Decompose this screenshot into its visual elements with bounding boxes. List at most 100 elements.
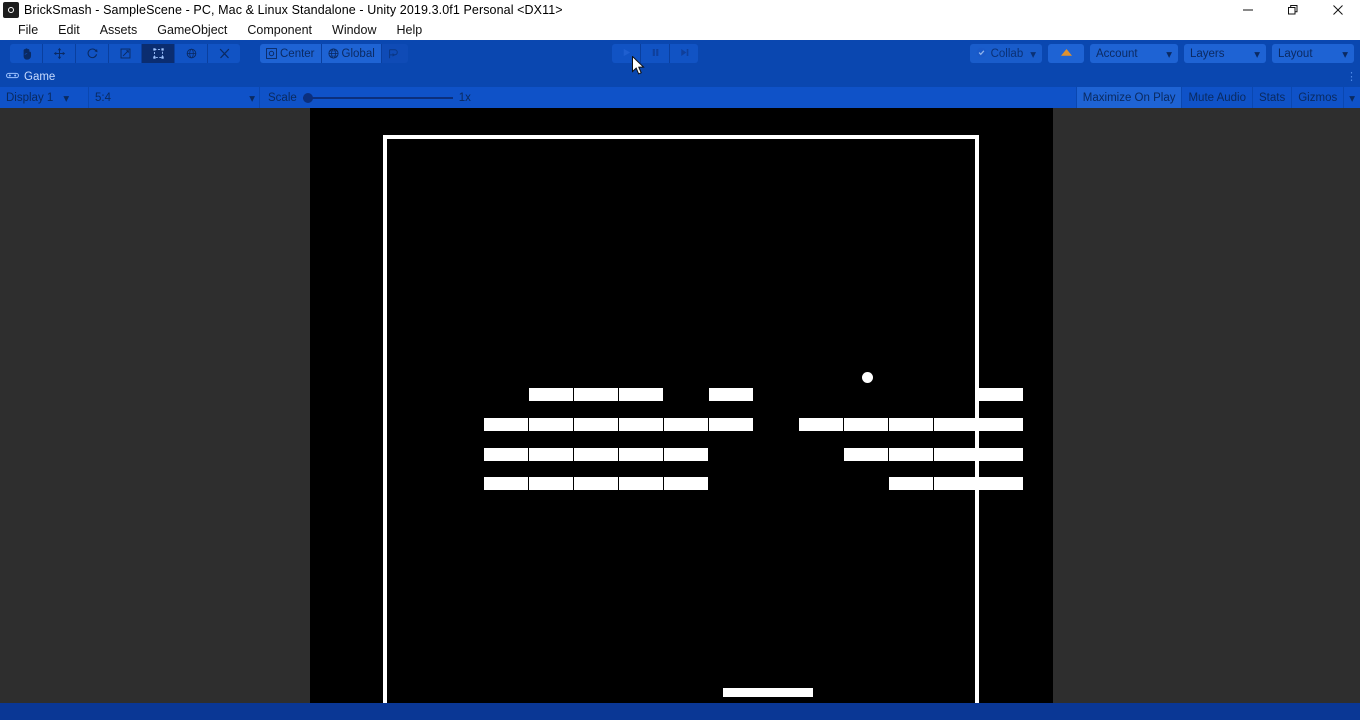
game-arena bbox=[383, 135, 1023, 703]
menu-item-help[interactable]: Help bbox=[386, 20, 432, 40]
brick bbox=[889, 418, 933, 431]
custom-tool-button[interactable] bbox=[208, 44, 240, 63]
scale-icon bbox=[119, 47, 132, 60]
mute-audio-toggle[interactable]: Mute Audio bbox=[1181, 87, 1252, 108]
brick bbox=[979, 418, 1023, 431]
layout-button[interactable]: Layout ▾ bbox=[1272, 44, 1354, 63]
brick bbox=[484, 477, 528, 490]
transform-icon bbox=[185, 47, 198, 60]
menu-item-edit[interactable]: Edit bbox=[48, 20, 90, 40]
scale-label: Scale bbox=[268, 91, 297, 104]
game-view-toolbar: Display 1 ▾ 5:4 ▾ Scale 1x Maximize On P… bbox=[0, 87, 1360, 108]
collab-label: Collab bbox=[990, 47, 1024, 60]
brick bbox=[619, 418, 663, 431]
transform-tool-button[interactable] bbox=[175, 44, 208, 63]
brick bbox=[709, 388, 753, 401]
collab-button[interactable]: Collab ▾ bbox=[969, 44, 1042, 63]
maximize-on-play-toggle[interactable]: Maximize On Play bbox=[1075, 87, 1182, 108]
collab-check-icon bbox=[976, 47, 987, 61]
layers-button[interactable]: Layers ▾ bbox=[1184, 44, 1266, 63]
brick bbox=[709, 418, 753, 431]
game-view-background bbox=[0, 108, 1360, 703]
brick bbox=[979, 477, 1023, 490]
game-viewport[interactable] bbox=[310, 108, 1053, 703]
pause-button[interactable] bbox=[641, 44, 670, 63]
chevron-down-icon: ▾ bbox=[1342, 48, 1348, 61]
display-dropdown[interactable]: Display 1 ▾ bbox=[0, 87, 89, 108]
scale-slider-group[interactable]: Scale 1x bbox=[260, 87, 471, 108]
brick bbox=[619, 477, 663, 490]
rect-tool-button[interactable] bbox=[142, 44, 175, 63]
brick bbox=[799, 418, 843, 431]
rect-icon bbox=[152, 47, 165, 60]
aspect-ratio-dropdown[interactable]: 5:4 ▾ bbox=[89, 87, 260, 108]
brick bbox=[844, 448, 888, 461]
brick bbox=[484, 448, 528, 461]
kebab-menu-icon[interactable]: ⋮ bbox=[1346, 72, 1357, 83]
display-label: Display 1 bbox=[6, 91, 54, 104]
hand-tool-button[interactable] bbox=[10, 44, 43, 63]
unity-toolbar: Center Global Collab ▾ Account ▾ Layers … bbox=[0, 40, 1360, 67]
chevron-down-icon: ▾ bbox=[1254, 48, 1260, 61]
scale-tool-button[interactable] bbox=[109, 44, 142, 63]
brick bbox=[529, 418, 573, 431]
hand-icon bbox=[20, 47, 33, 60]
menu-item-component[interactable]: Component bbox=[237, 20, 322, 40]
rotate-tool-button[interactable] bbox=[76, 44, 109, 63]
pivot-handle-group: Center Global bbox=[260, 44, 408, 63]
brick bbox=[574, 388, 618, 401]
brick bbox=[484, 418, 528, 431]
window-title: BrickSmash - SampleScene - PC, Mac & Lin… bbox=[24, 3, 563, 17]
brick bbox=[934, 418, 978, 431]
menu-item-file[interactable]: File bbox=[8, 20, 48, 40]
globe-icon bbox=[327, 48, 342, 59]
stats-toggle[interactable]: Stats bbox=[1252, 87, 1291, 108]
title-bar: BrickSmash - SampleScene - PC, Mac & Lin… bbox=[0, 0, 1360, 20]
pivot-center-icon bbox=[266, 48, 280, 59]
scale-value: 1x bbox=[458, 91, 471, 104]
brick bbox=[934, 448, 978, 461]
step-button[interactable] bbox=[670, 44, 698, 63]
scale-slider-knob[interactable] bbox=[302, 92, 313, 103]
chevron-down-icon: ▾ bbox=[63, 92, 70, 105]
brick bbox=[979, 448, 1023, 461]
layers-label: Layers bbox=[1190, 47, 1225, 60]
snap-increment-button[interactable] bbox=[381, 44, 408, 63]
menu-item-assets[interactable]: Assets bbox=[90, 20, 148, 40]
brick bbox=[889, 477, 933, 490]
gizmos-toggle[interactable]: Gizmos bbox=[1291, 87, 1343, 108]
tab-game[interactable]: Game bbox=[0, 67, 65, 87]
brick bbox=[664, 477, 708, 490]
handle-space-button[interactable]: Global bbox=[321, 44, 382, 63]
pivot-mode-label: Center bbox=[280, 47, 315, 60]
brick bbox=[574, 418, 618, 431]
brick bbox=[529, 388, 573, 401]
cloud-button[interactable] bbox=[1048, 44, 1084, 63]
menu-item-window[interactable]: Window bbox=[322, 20, 386, 40]
scale-slider[interactable] bbox=[302, 92, 453, 103]
chevron-down-icon: ▾ bbox=[1166, 48, 1172, 61]
game-tab-icon bbox=[6, 71, 19, 83]
move-tool-button[interactable] bbox=[43, 44, 76, 63]
step-icon bbox=[679, 47, 690, 61]
transform-tools-group bbox=[10, 44, 240, 63]
close-button[interactable] bbox=[1315, 0, 1360, 20]
maximize-button[interactable] bbox=[1270, 0, 1315, 20]
rotate-icon bbox=[86, 47, 99, 60]
brick bbox=[619, 448, 663, 461]
layout-label: Layout bbox=[1278, 47, 1313, 60]
snap-increment-icon bbox=[387, 48, 402, 60]
gizmos-dropdown[interactable]: ▾ bbox=[1343, 87, 1360, 108]
menu-item-gameobject[interactable]: GameObject bbox=[147, 20, 237, 40]
brick bbox=[664, 448, 708, 461]
play-button[interactable] bbox=[612, 44, 641, 63]
minimize-button[interactable] bbox=[1225, 0, 1270, 20]
status-bar bbox=[0, 703, 1360, 720]
account-button[interactable]: Account ▾ bbox=[1090, 44, 1178, 63]
brick bbox=[934, 477, 978, 490]
paddle[interactable] bbox=[723, 688, 813, 697]
pivot-mode-button[interactable]: Center bbox=[260, 44, 322, 63]
brick bbox=[529, 477, 573, 490]
playmode-controls bbox=[612, 44, 698, 63]
unity-icon bbox=[3, 2, 19, 18]
